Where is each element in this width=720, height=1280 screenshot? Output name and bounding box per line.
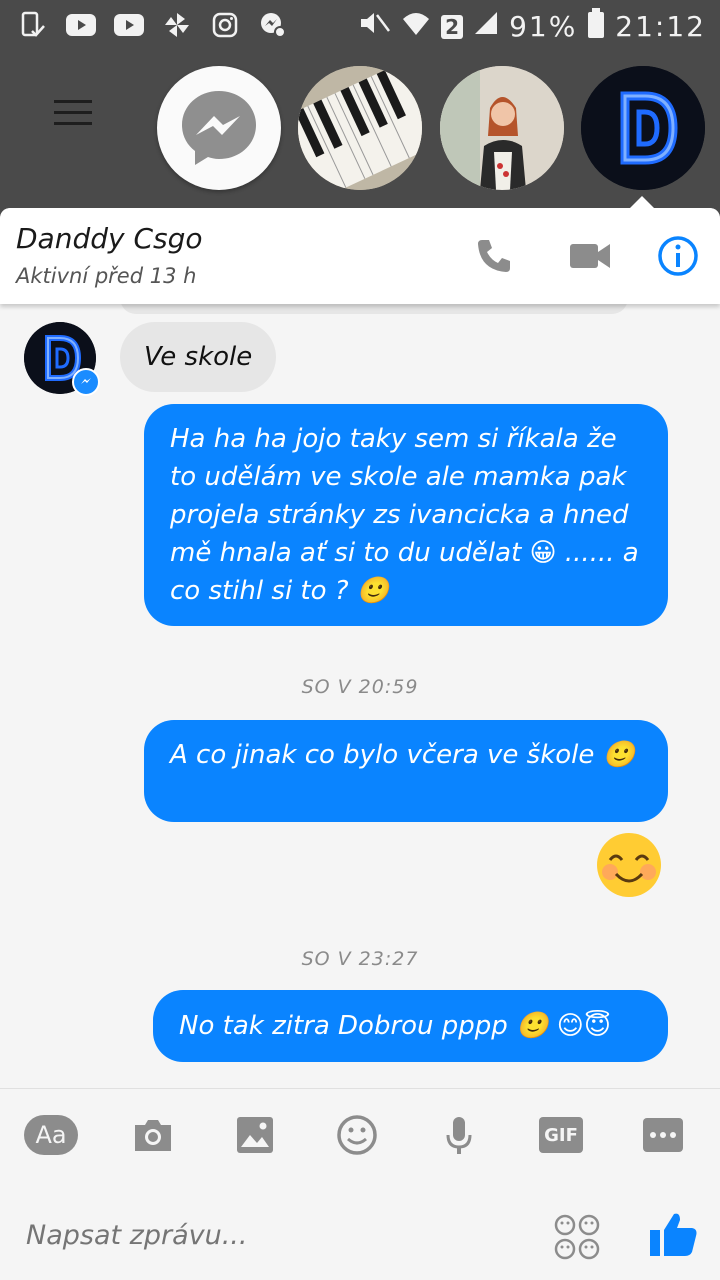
composer-toolbar: Aa GIF bbox=[0, 1088, 720, 1185]
clock: 21:12 bbox=[615, 10, 706, 43]
conversation-panel: Danddy Csgo Aktivní před 13 h Ve skole H bbox=[0, 208, 720, 1280]
stickers-icon bbox=[554, 1214, 600, 1260]
image-icon bbox=[237, 1117, 273, 1153]
contact-name[interactable]: Danddy Csgo bbox=[16, 222, 203, 255]
messenger-badge-icon bbox=[72, 368, 100, 396]
like-button[interactable] bbox=[648, 1208, 700, 1260]
chat-head-danddy[interactable] bbox=[581, 66, 705, 190]
chat-head-girl[interactable] bbox=[440, 66, 564, 190]
mute-icon bbox=[357, 9, 391, 44]
chat-heads-bar bbox=[0, 52, 720, 208]
status-bar: 2 91% 21:12 bbox=[0, 0, 720, 52]
video-camera-icon bbox=[570, 244, 610, 268]
gif-label: GIF bbox=[539, 1117, 583, 1153]
thumbs-up-icon bbox=[650, 1213, 697, 1256]
girl-avatar bbox=[440, 66, 564, 190]
emoji-button[interactable] bbox=[330, 1111, 384, 1159]
battery-percent: 91% bbox=[509, 10, 578, 43]
more-icon bbox=[643, 1118, 683, 1152]
aa-label: Aa bbox=[24, 1115, 78, 1155]
contact-status: Aktivní před 13 h bbox=[16, 264, 197, 288]
wifi-icon bbox=[401, 9, 431, 44]
text-format-button[interactable]: Aa bbox=[24, 1111, 78, 1159]
chat-head-piano[interactable] bbox=[298, 66, 422, 190]
youtube-icon bbox=[66, 10, 96, 40]
d-logo-avatar bbox=[581, 66, 705, 190]
messenger-icon bbox=[182, 91, 256, 165]
message-input[interactable] bbox=[24, 1214, 528, 1256]
voice-button[interactable] bbox=[432, 1111, 486, 1159]
composer-input-row bbox=[0, 1184, 720, 1280]
timestamp: SO V 23:27 bbox=[301, 948, 419, 970]
chat-header: Danddy Csgo Aktivní před 13 h bbox=[0, 208, 720, 304]
incoming-message[interactable]: Ve skole bbox=[120, 322, 277, 392]
outgoing-message[interactable]: No tak zitra Dobrou pppp 🙂 😊😇 bbox=[153, 990, 668, 1062]
piano-avatar bbox=[298, 66, 422, 190]
system-status: 2 91% 21:12 bbox=[357, 8, 706, 45]
camera-button[interactable] bbox=[126, 1111, 180, 1159]
outgoing-message[interactable]: A co jinak co bylo včera ve škole 🙂 bbox=[144, 720, 668, 822]
call-button[interactable] bbox=[470, 232, 518, 280]
outgoing-message[interactable]: Ha ha ha jojo taky sem si říkala že to u… bbox=[144, 404, 668, 626]
youtube-icon bbox=[114, 10, 144, 40]
battery-icon bbox=[587, 8, 605, 45]
timestamp: SO V 20:59 bbox=[301, 676, 419, 698]
microphone-icon bbox=[446, 1117, 472, 1154]
info-button[interactable] bbox=[654, 232, 702, 280]
instagram-icon bbox=[210, 10, 240, 40]
more-button[interactable] bbox=[636, 1111, 690, 1159]
sender-avatar[interactable] bbox=[24, 322, 100, 396]
sim-badge: 2 bbox=[441, 14, 464, 39]
notification-icons bbox=[18, 10, 288, 40]
pinwheel-icon bbox=[162, 10, 192, 40]
menu-icon[interactable] bbox=[54, 100, 92, 128]
phone-icon bbox=[478, 240, 510, 272]
smiley-icon bbox=[337, 1115, 377, 1155]
info-icon bbox=[658, 236, 698, 276]
messenger-chat-head[interactable] bbox=[157, 66, 281, 190]
smiling-emoji-icon[interactable] bbox=[596, 832, 662, 898]
video-call-button[interactable] bbox=[566, 232, 614, 280]
message-list[interactable]: Ve skole Ha ha ha jojo taky sem si říkal… bbox=[0, 296, 720, 1088]
messenger-notification-icon bbox=[258, 10, 288, 40]
signal-icon bbox=[473, 10, 499, 43]
phone-check-icon bbox=[18, 10, 48, 40]
stickers-button[interactable] bbox=[552, 1212, 602, 1262]
gif-button[interactable]: GIF bbox=[534, 1111, 588, 1159]
gallery-button[interactable] bbox=[228, 1111, 282, 1159]
camera-icon bbox=[135, 1120, 171, 1151]
